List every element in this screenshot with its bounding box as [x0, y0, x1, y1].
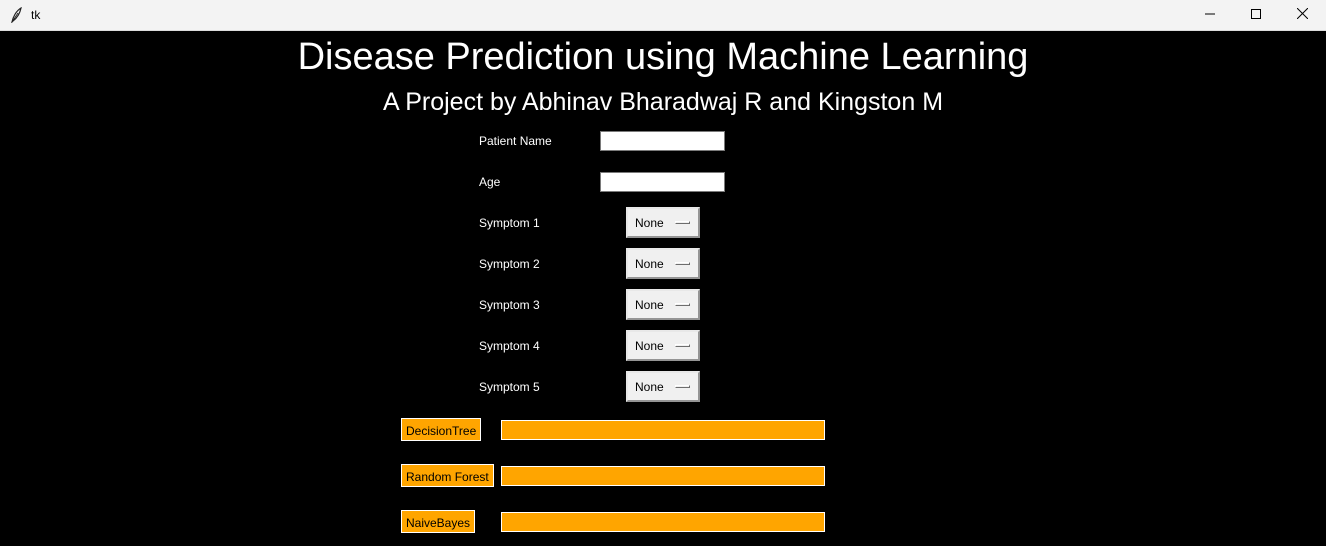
symptom-5-value: None — [635, 380, 664, 394]
symptom-5-label: Symptom 5 — [479, 380, 540, 394]
symptom-4-dropdown[interactable]: None — [626, 330, 700, 361]
symptom-3-dropdown[interactable]: None — [626, 289, 700, 320]
page-subtitle: A Project by Abhinav Bharadwaj R and Kin… — [382, 88, 944, 116]
symptom-3-label: Symptom 3 — [479, 298, 540, 312]
random-forest-button[interactable]: Random Forest — [401, 464, 494, 487]
decision-tree-button[interactable]: DecisionTree — [401, 418, 482, 441]
dropdown-indicator-icon — [675, 303, 690, 306]
symptom-1-label: Symptom 1 — [479, 216, 540, 230]
minimize-icon — [1205, 6, 1215, 24]
dropdown-indicator-icon — [675, 385, 690, 388]
close-icon — [1296, 6, 1308, 24]
maximize-button[interactable] — [1233, 0, 1279, 30]
symptom-1-dropdown[interactable]: None — [626, 207, 700, 238]
symptom-3-value: None — [635, 298, 664, 312]
random-forest-result — [501, 466, 825, 486]
minimize-button[interactable] — [1187, 0, 1233, 30]
symptom-1-value: None — [635, 216, 664, 230]
maximize-icon — [1251, 6, 1261, 24]
symptom-2-value: None — [635, 257, 664, 271]
patient-name-label: Patient Name — [479, 134, 552, 148]
page-title: Disease Prediction using Machine Learnin… — [297, 36, 1029, 78]
dropdown-indicator-icon — [675, 344, 690, 347]
symptom-2-label: Symptom 2 — [479, 257, 540, 271]
app-content: Disease Prediction using Machine Learnin… — [0, 31, 1326, 546]
symptom-4-label: Symptom 4 — [479, 339, 540, 353]
symptom-4-value: None — [635, 339, 664, 353]
feather-icon — [9, 6, 23, 24]
dropdown-indicator-icon — [675, 262, 690, 265]
close-button[interactable] — [1279, 0, 1325, 30]
naive-bayes-button[interactable]: NaiveBayes — [401, 510, 476, 533]
symptom-2-dropdown[interactable]: None — [626, 248, 700, 279]
symptom-5-dropdown[interactable]: None — [626, 371, 700, 402]
age-label: Age — [479, 175, 501, 189]
decision-tree-result — [501, 420, 825, 440]
dropdown-indicator-icon — [675, 221, 690, 224]
window-title: tk — [31, 8, 41, 22]
window-titlebar: tk — [0, 0, 1326, 31]
naive-bayes-result — [501, 512, 825, 532]
patient-name-input[interactable] — [600, 131, 725, 151]
age-input[interactable] — [600, 172, 725, 192]
